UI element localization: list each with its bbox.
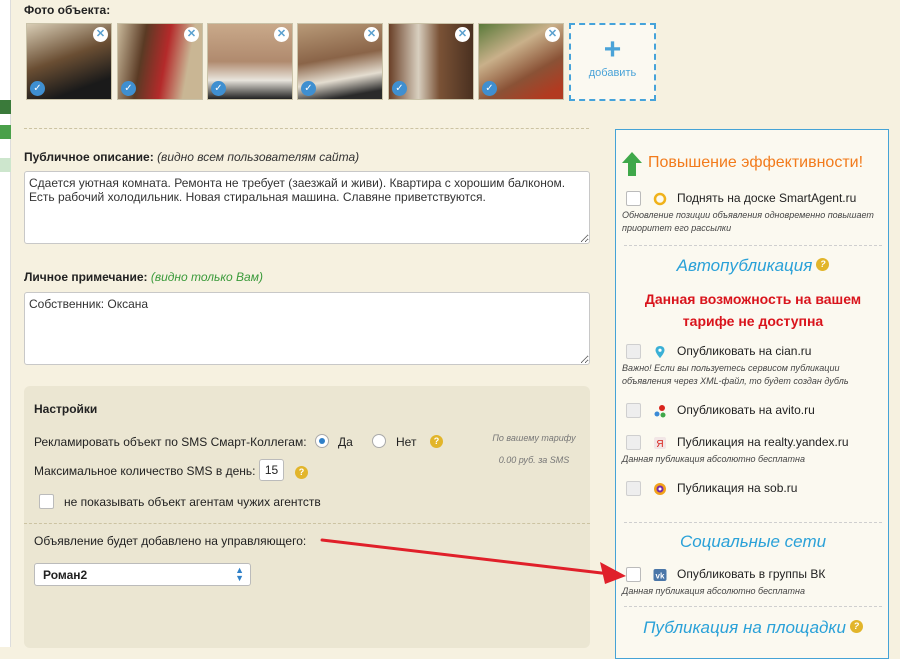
efficiency-title: Повышение эффективности! — [648, 154, 864, 171]
sob-checkbox[interactable] — [626, 481, 641, 496]
check-icon[interactable]: ✓ — [121, 81, 136, 96]
photo-thumbnail[interactable]: ✕ ✓ — [207, 23, 293, 100]
photo-thumbnail[interactable]: ✕ ✓ — [117, 23, 203, 100]
public-description-note: (видно всем пользователям сайта) — [157, 150, 360, 164]
manager-label: Объявление будет добавлено на управляюще… — [34, 534, 307, 548]
check-icon[interactable]: ✓ — [392, 81, 407, 96]
yandex-note: Данная публикация абсолютно бесплатна — [622, 454, 806, 464]
avito-icon — [654, 405, 666, 418]
hide-agents-label: не показывать объект агентам чужих агент… — [64, 495, 321, 509]
vk-icon: vk — [653, 569, 667, 581]
help-icon[interactable]: ? — [295, 466, 308, 479]
remove-photo-icon[interactable]: ✕ — [184, 27, 199, 42]
left-edge-strip — [0, 0, 11, 647]
social-title: Социальные сети — [679, 532, 827, 551]
private-note-label: Личное примечание: (видно только Вам) — [24, 270, 263, 284]
map-pin-icon — [655, 346, 665, 358]
check-icon[interactable]: ✓ — [301, 81, 316, 96]
vk-label: Опубликовать в группы ВК — [677, 567, 826, 581]
help-icon[interactable]: ? — [430, 435, 443, 448]
yandex-icon: Я — [654, 437, 666, 450]
max-sms-input[interactable]: 15 — [259, 459, 284, 481]
help-icon[interactable]: ? — [849, 620, 863, 634]
vk-note: Данная публикация абсолютно бесплатна — [622, 586, 806, 596]
settings-panel: Настройки Рекламировать объект по SMS См… — [24, 386, 590, 648]
up-arrow-icon — [622, 152, 642, 176]
manager-select[interactable]: Роман2 ▲ ▼ — [34, 563, 251, 586]
remove-photo-icon[interactable]: ✕ — [455, 27, 470, 42]
divider — [24, 128, 589, 129]
remove-photo-icon[interactable]: ✕ — [364, 27, 379, 42]
add-photo-label: добавить — [588, 67, 637, 79]
raise-note: Обновление позиции объявления одновремен… — [622, 210, 874, 233]
photo-thumbnail[interactable]: ✕ ✓ — [388, 23, 474, 100]
check-icon[interactable]: ✓ — [30, 81, 45, 96]
cian-label: Опубликовать на cian.ru — [677, 344, 812, 358]
help-icon[interactable]: ? — [816, 258, 830, 272]
photos-title: Фото объекта: — [24, 3, 111, 17]
tariff-note-line2: 0.00 руб. за SMS — [498, 455, 570, 465]
svg-text:vk: vk — [656, 572, 665, 581]
hide-agents-checkbox[interactable] — [39, 494, 54, 509]
check-icon[interactable]: ✓ — [211, 81, 226, 96]
left-edge-mark — [0, 125, 11, 139]
divider — [624, 522, 882, 523]
yandex-checkbox[interactable] — [626, 435, 641, 450]
avito-label: Опубликовать на avito.ru — [677, 403, 815, 417]
cian-note: Важно! Если вы пользуетесь сервисом публ… — [622, 363, 849, 386]
circle-icon — [653, 192, 667, 206]
sms-advertise-yes-label: Да — [338, 435, 353, 449]
cian-checkbox[interactable] — [626, 344, 641, 359]
tariff-warning: Данная возможность на вашем тарифе не до… — [644, 291, 862, 329]
remove-photo-icon[interactable]: ✕ — [93, 27, 108, 42]
manager-select-value: Роман2 — [43, 568, 88, 582]
private-note-textarea[interactable]: Собственник: Оксана — [24, 292, 590, 365]
raise-checkbox[interactable] — [626, 191, 641, 206]
plus-icon: + — [603, 33, 622, 66]
annotation-arrow — [320, 538, 626, 584]
svg-text:Я: Я — [656, 439, 663, 450]
check-icon[interactable]: ✓ — [482, 81, 497, 96]
max-sms-label: Максимальное количество SMS в день: — [34, 464, 256, 478]
private-note-note: (видно только Вам) — [150, 270, 263, 284]
sms-advertise-no-radio[interactable] — [372, 434, 386, 448]
sms-advertise-label: Рекламировать объект по SMS Смарт-Коллег… — [34, 435, 307, 449]
sob-label: Публикация на sob.ru — [677, 481, 798, 495]
promotion-panel: Повышение эффективности! Поднять на доск… — [615, 129, 889, 659]
platforms-title: Публикация на площадки? — [616, 618, 890, 638]
sms-advertise-yes-radio[interactable] — [315, 434, 329, 448]
left-edge-mark — [0, 100, 11, 114]
photo-thumbnail[interactable]: ✕ ✓ — [297, 23, 383, 100]
raise-label: Поднять на доске SmartAgent.ru — [677, 191, 857, 205]
autopub-title: Автопубликация? — [616, 256, 890, 276]
remove-photo-icon[interactable]: ✕ — [274, 27, 289, 42]
settings-title: Настройки — [34, 402, 98, 416]
public-description-label: Публичное описание: (видно всем пользова… — [24, 150, 360, 164]
photo-thumbnail[interactable]: ✕ ✓ — [478, 23, 564, 100]
remove-photo-icon[interactable]: ✕ — [545, 27, 560, 42]
divider — [624, 245, 882, 246]
select-arrows-icon: ▲ ▼ — [235, 565, 244, 583]
divider — [624, 606, 882, 607]
sob-icon — [654, 483, 666, 495]
add-photo-button[interactable]: + добавить — [569, 23, 656, 101]
public-description-textarea[interactable]: Сдается уютная комната. Ремонта не требу… — [24, 171, 590, 244]
tariff-note-line1: По вашему тарифу — [492, 433, 576, 443]
yandex-label: Публикация на realty.yandex.ru — [677, 435, 849, 449]
divider — [24, 523, 590, 524]
photo-thumbnail[interactable]: ✕ ✓ — [26, 23, 112, 100]
avito-checkbox[interactable] — [626, 403, 641, 418]
sms-advertise-no-label: Нет — [396, 435, 417, 449]
left-edge-mark — [0, 158, 11, 172]
